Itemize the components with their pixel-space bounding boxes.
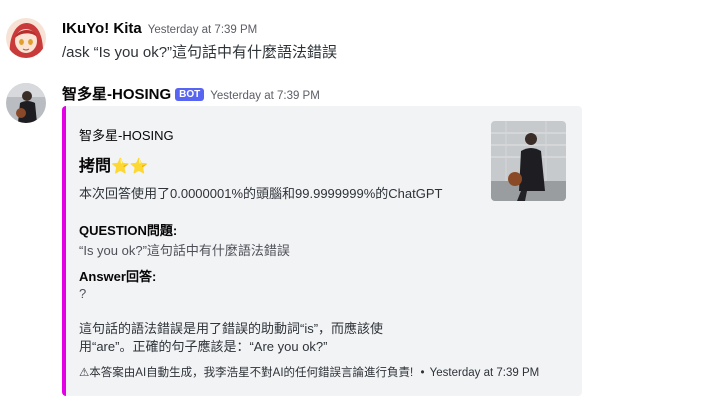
bot-avatar[interactable] xyxy=(6,83,46,123)
field-question-value: “Is you ok?”這句話中有什麼語法錯誤 xyxy=(79,243,290,258)
message-header: 智多星-HOSING BOT Yesterday at 7:39 PM xyxy=(62,83,320,104)
answer-text: 這句話的語法錯誤是用了錯誤的助動詞“is”，而應該使用“are”。正確的句子應該… xyxy=(79,321,384,354)
field-question-name: QUESTION問題: xyxy=(79,223,178,238)
username[interactable]: IKuYo! Kita xyxy=(62,20,142,37)
embed-description: 本次回答使用了0.0000001%的頭腦和99.9999999%的ChatGPT xyxy=(79,186,443,201)
embed-footer: ⚠本答案由AI自動生成，我李浩星不對AI的任何錯誤言論進行負責! • Yeste… xyxy=(79,364,539,380)
embed-thumbnail[interactable] xyxy=(491,121,566,201)
embed-author: 智多星-HOSING xyxy=(79,128,174,143)
footer-text: ⚠本答案由AI自動生成，我李浩星不對AI的任何錯誤言論進行負責! xyxy=(79,367,414,379)
footer-separator: • xyxy=(420,367,425,379)
field-answer-name: Answer回答: xyxy=(79,269,157,284)
bot-username[interactable]: 智多星-HOSING xyxy=(62,86,171,103)
embed-title-text: 拷問 xyxy=(79,158,112,175)
star-icon: ⭐⭐ xyxy=(111,158,149,175)
user-avatar[interactable] xyxy=(6,18,46,58)
field-answer-value: ? xyxy=(79,286,87,301)
message-header: IKuYo! Kita Yesterday at 7:39 PM xyxy=(62,20,257,38)
embed-card: 智多星-HOSING 拷問⭐⭐ 本次回答使用了0.0000001%的頭腦和99.… xyxy=(62,106,582,396)
message-content: /ask “Is you ok?”這句話中有什麼語法錯誤 xyxy=(62,44,338,61)
timestamp[interactable]: Yesterday at 7:39 PM xyxy=(210,90,320,102)
bot-badge: BOT xyxy=(175,88,205,101)
footer-timestamp: Yesterday at 7:39 PM xyxy=(429,367,540,379)
embed-title: 拷問⭐⭐ xyxy=(79,152,148,176)
timestamp[interactable]: Yesterday at 7:39 PM xyxy=(148,24,258,36)
